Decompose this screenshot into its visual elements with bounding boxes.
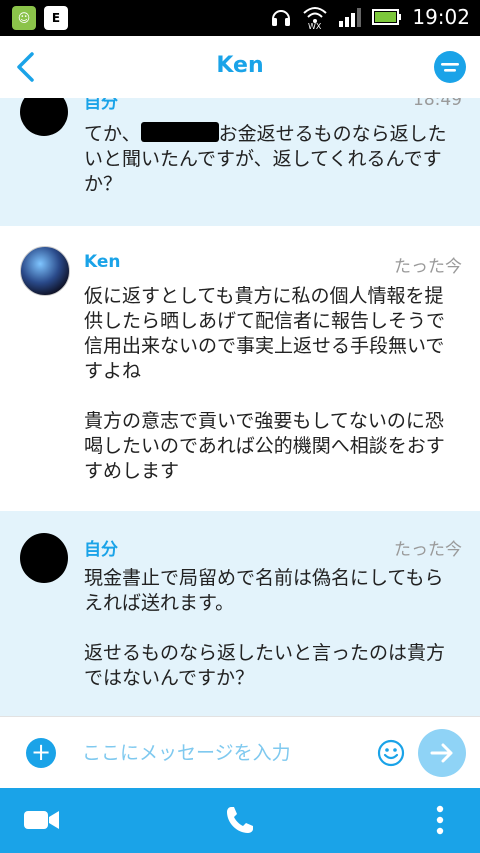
battery-icon	[372, 7, 402, 27]
avatar	[20, 533, 68, 583]
message-item: 自分 たった今 現金書止で局留めで名前は偽名にしてもらえれば送れます。 返せるも…	[0, 511, 480, 716]
chat-header: Ken	[0, 36, 480, 99]
message-sender: 自分	[84, 98, 118, 113]
video-call-icon[interactable]	[22, 802, 62, 838]
send-arrow-icon[interactable]	[418, 729, 466, 777]
svg-text:WX: WX	[308, 22, 322, 29]
contact-name: Ken	[216, 53, 264, 78]
smiley-icon[interactable]	[377, 739, 405, 767]
message-item: 自分 18:49 てか、 お金返せるものなら返したいと聞いたんですが、返してくれる…	[0, 98, 480, 226]
signal-icon	[338, 6, 362, 28]
avatar	[20, 246, 70, 296]
clock: 19:02	[412, 5, 470, 29]
message-list[interactable]: 自分 18:49 てか、 お金返せるものなら返したいと聞いたんですが、返してくれる…	[0, 98, 480, 716]
wifi-icon: WX	[302, 5, 328, 29]
phone-icon[interactable]	[220, 802, 260, 838]
call-bar	[0, 788, 480, 853]
message-input[interactable]	[82, 739, 362, 767]
menu-icon[interactable]	[434, 51, 466, 83]
message-time: たった今	[394, 257, 462, 277]
message-sender: 自分	[84, 540, 118, 560]
message-time: 18:49	[413, 98, 462, 110]
status-bar: ☺ E WX 19:02	[0, 0, 480, 36]
message-text: てか、 お金返せるものなら返したいと聞いたんですが、返してくれるんですか？	[84, 122, 447, 195]
message-sender: Ken	[84, 252, 121, 272]
redacted-text	[140, 122, 219, 142]
app-notification-icon: ☺	[12, 6, 36, 30]
more-vertical-icon[interactable]	[426, 802, 454, 838]
composer-bar: +	[0, 716, 480, 789]
plus-icon[interactable]: +	[26, 738, 56, 768]
message-text: 現金書止で局留めで名前は偽名にしてもらえれば送れます。 返せるものなら返したいと…	[84, 567, 446, 689]
message-text: 仮に返すとしても貴方に私の個人情報を提供したら晒しあげて配信者に報告しそうで信用…	[84, 285, 446, 482]
headphones-icon	[270, 6, 292, 28]
avatar	[20, 98, 68, 136]
message-time: たった今	[394, 540, 462, 560]
message-item: Ken たった今 仮に返すとしても貴方に私の個人情報を提供したら晒しあげて配信者…	[0, 226, 480, 511]
e-app-icon: E	[44, 6, 68, 30]
